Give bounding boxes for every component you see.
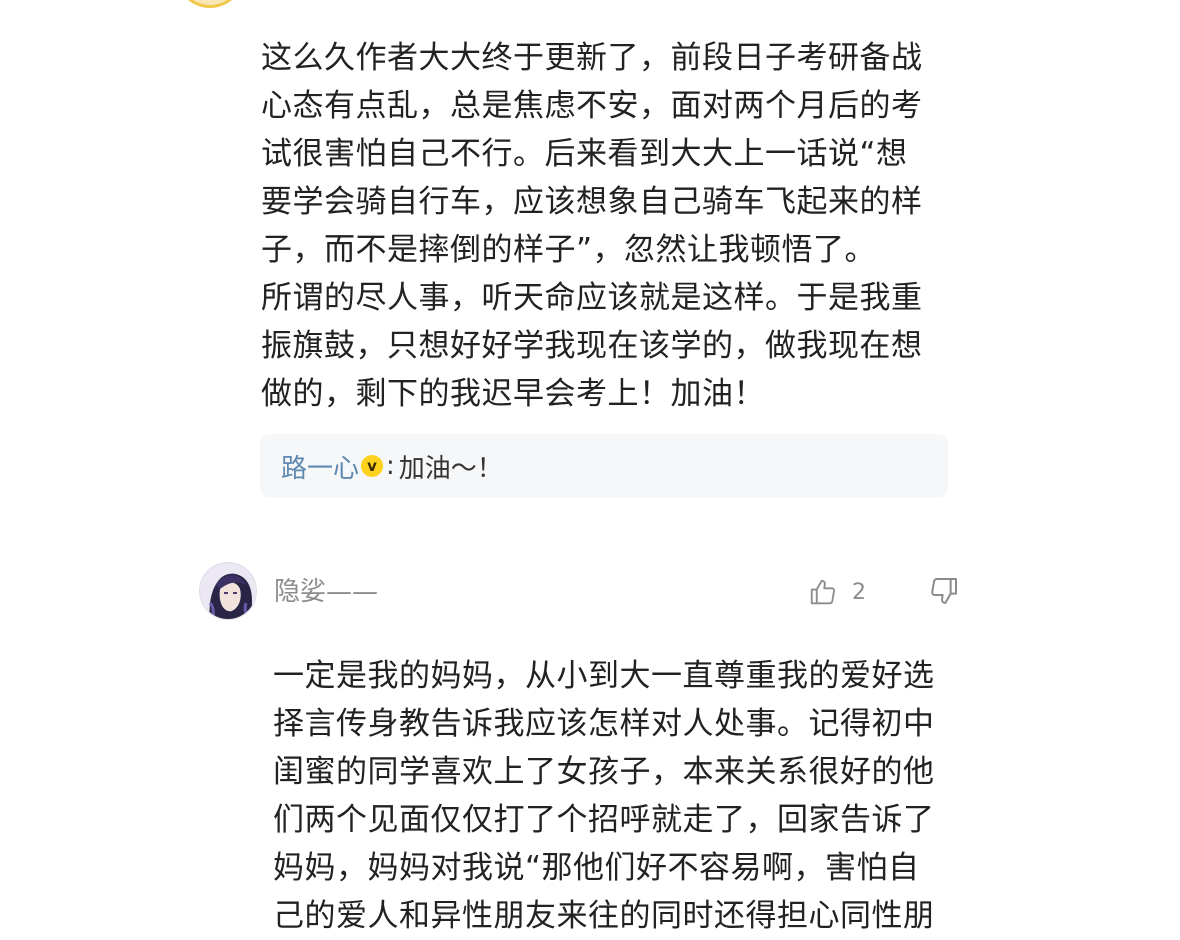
reply-author-link[interactable]: 路一心 [281,448,359,485]
comment-text: 这么久作者大大终于更新了，前段日子考研备战 心态有点乱，总是焦虑不安，面对两个月… [261,40,923,412]
like-button[interactable]: 2 [808,574,866,610]
reply-preview[interactable]: 路一心 v : 加油～！ [260,434,948,498]
comment-text: 一定是我的妈妈，从小到大一直尊重我的爱好选 择言传身教告诉我应该怎样对人处事。记… [273,658,935,934]
reply-separator: : [386,451,395,481]
vip-badge-icon: v [361,455,384,477]
avatar-illustration [200,563,256,619]
reply-text: 加油～！ [398,453,503,484]
like-count: 2 [852,579,866,605]
dislike-button[interactable] [928,575,960,607]
comment-username[interactable]: 隐娑—— [274,574,378,610]
thumbs-up-icon [810,579,835,605]
avatar[interactable] [176,0,244,8]
thumbs-down-icon [931,578,957,604]
avatar[interactable] [199,562,257,620]
